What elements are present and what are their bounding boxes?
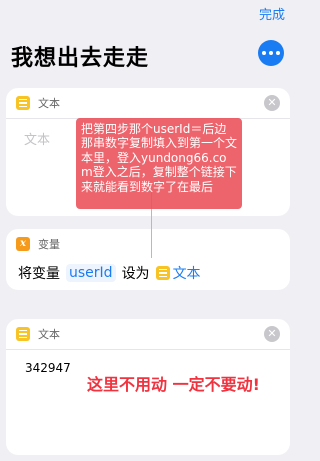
set-variable-prefix: 将变量 (18, 266, 60, 282)
text-input[interactable]: 文本 (24, 129, 50, 148)
close-icon[interactable]: ✕ (264, 95, 280, 111)
warning-note: 这里不用动 一定不要动! (87, 375, 260, 394)
card-header: x 变量 (6, 229, 290, 259)
card-label: 文本 (38, 97, 60, 110)
card-header: 文本 ✕ (6, 88, 290, 118)
instruction-note: 把第四步那个userId＝后边那串数字复制填入到第一个文本里，登入yundong… (76, 118, 242, 209)
text-value[interactable]: 342947 (25, 361, 71, 375)
text-icon (16, 96, 30, 110)
magic-variable-token[interactable]: 文本 (155, 263, 201, 283)
done-button[interactable]: 完成 (259, 4, 285, 23)
text-icon (16, 327, 30, 341)
ellipsis-dot (269, 51, 273, 55)
divider (6, 349, 290, 350)
set-variable-action-card[interactable]: x 变量 将变量 userId 设为 文本 (6, 229, 290, 290)
close-icon[interactable]: ✕ (264, 326, 280, 342)
text-icon (155, 266, 170, 280)
token-label: 文本 (172, 266, 201, 282)
variable-name-token[interactable]: userId (66, 264, 116, 282)
variable-icon: x (16, 237, 30, 251)
more-options-button[interactable] (258, 40, 284, 66)
ellipsis-dot (276, 51, 280, 55)
card-label: 文本 (38, 328, 60, 341)
shortcut-title[interactable]: 我想出去走走 (11, 40, 149, 72)
set-variable-middle: 设为 (121, 266, 150, 282)
card-label: 变量 (38, 238, 60, 251)
variable-row: 将变量 userId 设为 文本 (18, 263, 201, 283)
ellipsis-icon (262, 51, 266, 55)
card-header: 文本 ✕ (6, 319, 290, 349)
